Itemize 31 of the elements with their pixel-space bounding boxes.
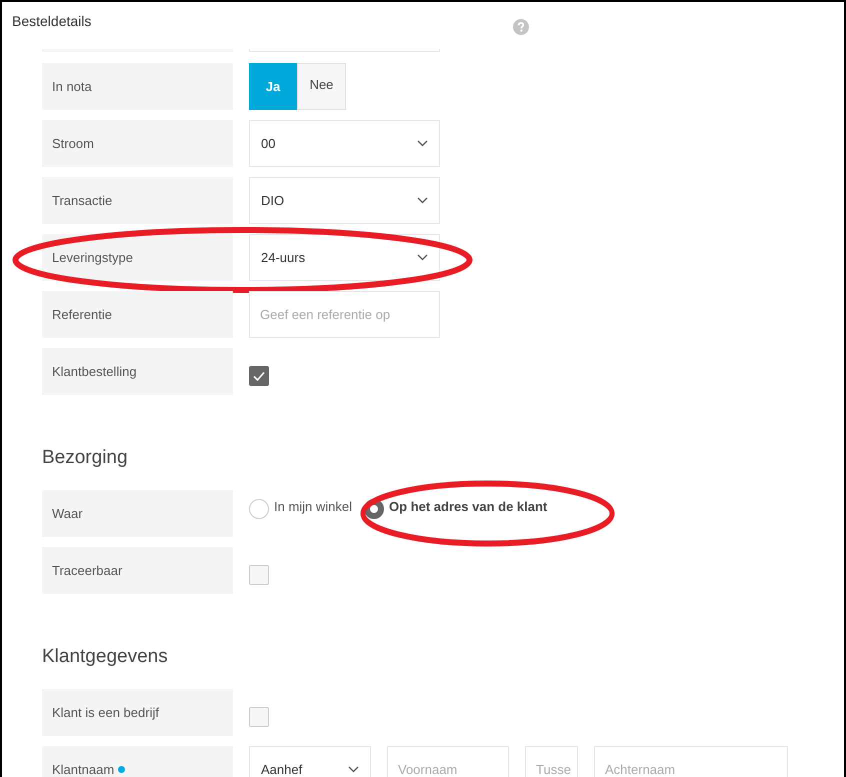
field-label-text: Klantbestelling [52, 364, 137, 379]
chevron-down-icon [417, 197, 428, 204]
select-field[interactable]: DIO [249, 177, 440, 224]
input-field[interactable]: Geef een referentie op [249, 291, 440, 338]
field-label-text: Traceerbaar [52, 563, 122, 578]
select-field[interactable]: Aanhef [249, 746, 371, 777]
select-value: DIO [261, 193, 284, 208]
select-field[interactable]: 00 [249, 120, 440, 167]
section-heading: Bezorging [42, 447, 129, 469]
chevron-down-icon [348, 766, 359, 773]
toggle-option[interactable]: Nee [297, 63, 346, 110]
section-heading: Klantgegevens [42, 646, 169, 668]
chevron-down-icon [417, 140, 428, 147]
field-label-text: Klantnaam [52, 762, 114, 777]
select-value: Aanhef [261, 762, 302, 777]
field-label-text: Transactie [52, 193, 112, 208]
chevron-down-icon [417, 254, 428, 261]
field-label-text: Leveringstype [52, 250, 133, 265]
panel-title: Besteldetails [12, 13, 92, 29]
field-label-text: Stroom [52, 136, 94, 151]
field-label-text: Referentie [52, 307, 112, 322]
field-label-text: Waar [52, 506, 83, 521]
checkbox[interactable] [249, 366, 269, 386]
field-label-text: Klant is een bedrijf [52, 705, 159, 720]
radio-label[interactable]: In mijn winkel [274, 498, 352, 514]
help-icon[interactable] [513, 19, 530, 35]
radio-label[interactable]: Op het adres van de klant [389, 498, 548, 514]
select-value: 00 [261, 136, 276, 151]
select-field[interactable]: 24-uurs [249, 234, 440, 281]
select-value: 24-uurs [261, 250, 306, 265]
field-label-text: In nota [52, 79, 92, 94]
